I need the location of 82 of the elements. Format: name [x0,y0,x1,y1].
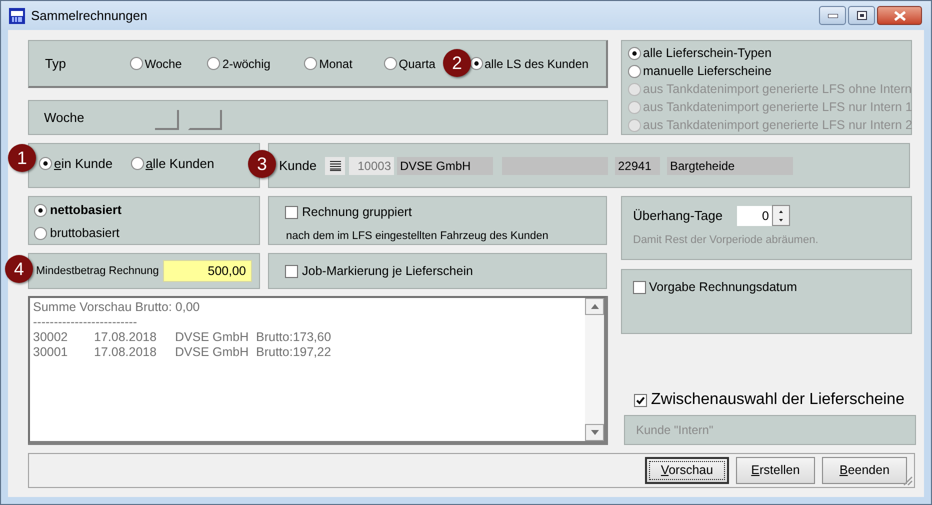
option-label: manuelle Lieferscheine [643,63,772,80]
list-button[interactable] [325,156,345,174]
radio-button[interactable] [130,57,143,70]
option-label: aus Tankdatenimport generierte LFS nur Intern 1 [643,99,912,116]
option-label: Monat [319,56,352,72]
down-arrow-icon [590,430,598,435]
customer-label: Kunde [279,156,318,175]
step-marker: 1 [8,144,36,172]
checkbox[interactable] [634,394,647,406]
radio-button[interactable] [207,57,220,70]
close-button[interactable] [877,6,922,25]
radio-button[interactable] [34,204,47,217]
dialog-button[interactable]: Beenden [822,457,907,484]
radio-button[interactable] [628,46,641,60]
invoice-date: 17.08.2018 [94,345,158,360]
week-label: Woche [44,108,86,127]
checkbox[interactable] [285,264,298,278]
minimize-button[interactable] [819,6,846,25]
list-icon [330,160,340,170]
option-label: 2-wöchig [222,56,270,72]
option-label: alle Kunden [146,154,214,173]
up-arrow-icon [590,304,598,309]
customer-name-field[interactable]: DVSE GmbH [397,156,493,174]
radio-button[interactable] [34,226,47,240]
radio-button[interactable] [384,57,397,70]
invoice-amount: Brutto:173,60 [256,330,332,345]
dialog-button[interactable]: Vorschau [645,457,729,484]
radio-button[interactable] [304,57,318,70]
maximize-icon [856,11,866,20]
scroll-down-button[interactable] [585,424,604,441]
window-title: Sammelrechnungen [31,6,148,25]
minimum-amount-label: Mindestbetrag Rechnung [36,264,160,279]
invoice-number: 30002 [33,330,69,345]
maximize-button[interactable] [848,6,875,25]
checkbox-label: Rechnung gruppiert [302,204,412,221]
checkbox-label: Job-Markierung je Lieferschein [302,262,473,280]
invoice-amount: Brutto:197,22 [256,345,332,360]
overhang-hint: Damit Rest der Vorperiode abräumen. [633,233,820,248]
grouping-note: nach dem im LFS eingestellten Fahrzeug des Kunden [285,228,550,244]
app-icon [9,8,25,24]
checkbox[interactable] [633,280,646,294]
invoice-number: 30001 [33,345,69,360]
invoice-date: 17.08.2018 [94,330,158,345]
option-label: Quarta [398,56,436,72]
zip-field[interactable]: 22941 [615,156,660,174]
preview-line: Summe Vorschau Brutto: 0,00 [33,300,201,315]
step-marker: 4 [5,255,33,283]
internal-customer-label: Kunde "Intern" [636,422,714,439]
option-label: bruttobasiert [50,224,120,242]
dialog-button[interactable]: Erstellen [736,457,815,484]
scrollbar[interactable] [585,298,604,441]
radio-button[interactable] [39,157,52,170]
close-icon [894,10,906,20]
overhang-label: Überhang-Tage [633,206,724,225]
step-marker: 3 [248,150,276,178]
week-field[interactable] [155,110,179,130]
radio-button[interactable] [470,57,482,70]
spin-button[interactable] [772,205,790,226]
preview-line: ------------------------- [33,315,138,330]
minimum-amount-field[interactable]: 500,00 [163,260,252,282]
invoice-customer: DVSE GmbH [175,345,250,360]
option-label: Woche [144,56,182,72]
city-field[interactable]: Bargteheide [667,156,793,174]
option-label: aus Tankdatenimport generierte LFS nur Intern 2 [643,117,912,134]
scroll-up-button[interactable] [585,298,604,315]
customer-number-field[interactable]: 10003 [349,156,394,174]
type-label: Typ [45,54,67,73]
overhang-field[interactable]: 0 [737,206,772,226]
option-label: ein Kunde [54,154,113,173]
year-field[interactable] [188,110,222,130]
option-label: alle LS des Kunden [484,56,589,72]
option-label: nettobasiert [50,202,122,219]
minimize-icon [828,14,838,18]
option-label: aus Tankdatenimport generierte LFS ohne Intern [643,81,912,98]
option-label: alle Lieferschein-Typen [643,45,772,62]
step-marker: 2 [443,49,471,77]
radio-button[interactable] [628,64,641,78]
checkbox-label: Zwischenauswahl der Lieferscheine [651,390,904,410]
invoice-customer: DVSE GmbH [175,330,250,345]
checkbox[interactable] [285,206,298,219]
checkbox-label: Vorgabe Rechnungsdatum [649,279,798,296]
radio-button[interactable] [130,157,144,170]
